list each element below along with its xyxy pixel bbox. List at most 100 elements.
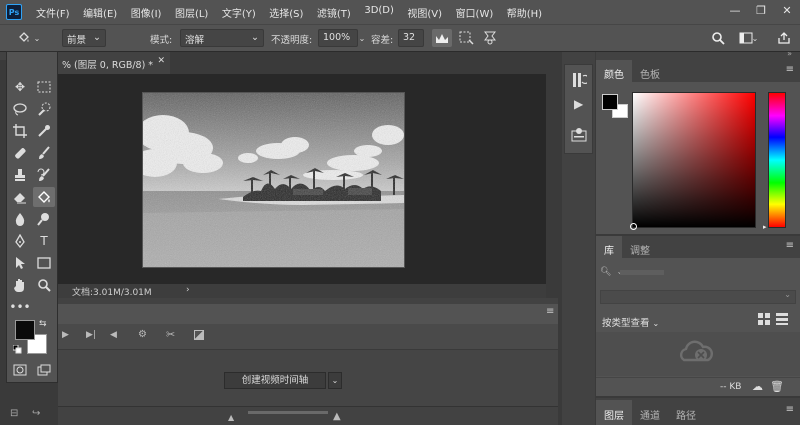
swap-colors-icon[interactable]: ⇆: [39, 319, 47, 329]
more-tools-icon[interactable]: •••: [9, 297, 31, 317]
workspace-chevron-icon[interactable]: ⌄: [750, 29, 760, 47]
hue-slider-thumb[interactable]: ▸: [763, 223, 767, 231]
restore-button[interactable]: ❐: [748, 0, 774, 20]
brush-tool-icon[interactable]: [33, 143, 55, 163]
lasso-tool-icon[interactable]: [9, 99, 31, 119]
menu-item-7[interactable]: 3D(D): [364, 5, 394, 20]
crop-tool-icon[interactable]: [9, 121, 31, 141]
render-video-icon[interactable]: ⊟: [10, 408, 18, 419]
path-select-icon[interactable]: [9, 253, 31, 273]
timeline-mode-chevron-icon[interactable]: ⌄: [328, 372, 342, 389]
timeline-zoom-slider[interactable]: [248, 411, 328, 414]
eyedropper-tool-icon[interactable]: [33, 121, 55, 141]
actions-play-icon[interactable]: ▶: [574, 97, 583, 111]
blur-tool-icon[interactable]: [9, 209, 31, 229]
photoshop-logo[interactable]: Ps: [6, 4, 22, 20]
history-brush-icon[interactable]: [33, 165, 55, 185]
view-by-type[interactable]: 按类型查看 ⌄: [602, 315, 659, 329]
fill-source-select[interactable]: 前景 ⌄: [62, 29, 106, 47]
paint-bucket-icon[interactable]: [14, 29, 34, 47]
color-foreground-swatch[interactable]: [602, 94, 618, 110]
audio-icon[interactable]: ◀: [110, 330, 117, 340]
libraries-menu-icon[interactable]: ≡: [786, 240, 794, 251]
menu-item-9[interactable]: 窗口(W): [456, 5, 494, 20]
close-tab-icon[interactable]: ✕: [157, 56, 165, 66]
trash-icon[interactable]: 🗑︎: [770, 380, 784, 393]
list-view-icon[interactable]: [776, 313, 788, 325]
split-scissors-icon[interactable]: ✂: [166, 328, 175, 341]
marquee-tool-icon[interactable]: [33, 77, 55, 97]
tab-swatches[interactable]: 色板: [632, 60, 668, 82]
tab-libraries[interactable]: 库: [596, 236, 622, 258]
move-tool-icon[interactable]: ✥: [9, 77, 31, 97]
foreground-color-swatch[interactable]: [15, 320, 35, 340]
timeline-menu-icon[interactable]: ≡: [546, 306, 554, 317]
menu-item-5[interactable]: 选择(S): [269, 5, 303, 20]
history-icon[interactable]: [571, 71, 590, 89]
cloud-sync-icon[interactable]: ☁: [752, 380, 763, 393]
menu-item-0[interactable]: 文件(F): [36, 5, 70, 20]
dock-collapse-strip[interactable]: [562, 52, 595, 60]
canvas-image[interactable]: [142, 92, 405, 268]
settings-gear-icon[interactable]: ⚙: [138, 329, 147, 340]
minimize-button[interactable]: —: [722, 0, 748, 20]
tab-layers[interactable]: 图层: [596, 400, 632, 425]
canvas-area[interactable]: [58, 74, 546, 284]
menu-item-8[interactable]: 视图(V): [407, 5, 442, 20]
tab-paths[interactable]: 路径: [668, 400, 704, 425]
color-picker-field[interactable]: [630, 92, 756, 230]
clone-stamp-icon[interactable]: [9, 165, 31, 185]
tab-channels[interactable]: 通道: [632, 400, 668, 425]
hue-slider[interactable]: ▸: [763, 92, 786, 231]
healing-brush-icon[interactable]: [9, 143, 31, 163]
eraser-tool-icon[interactable]: [9, 187, 31, 207]
layers-menu-icon[interactable]: ≡: [786, 404, 794, 415]
share-icon[interactable]: [774, 29, 794, 47]
dodge-tool-icon[interactable]: [33, 209, 55, 229]
all-layers-icon[interactable]: [480, 29, 500, 47]
create-video-timeline-button[interactable]: 创建视频时间轴: [224, 372, 326, 389]
color-panel-menu-icon[interactable]: ≡: [786, 64, 794, 75]
library-search-field[interactable]: 🔍︎ ⌄: [600, 266, 796, 280]
menu-item-6[interactable]: 滤镜(T): [317, 5, 351, 20]
play-icon[interactable]: ▶: [62, 330, 69, 340]
transition-icon[interactable]: [194, 330, 204, 340]
menu-item-4[interactable]: 文字(Y): [222, 5, 256, 20]
type-tool-icon[interactable]: T: [33, 231, 55, 251]
default-colors-icon[interactable]: [12, 344, 22, 354]
timeline-collapse-strip[interactable]: [58, 298, 558, 304]
quick-mask-icon[interactable]: [9, 360, 31, 380]
zoom-out-icon[interactable]: ▲: [228, 413, 234, 422]
anti-alias-icon[interactable]: [432, 29, 452, 47]
tab-adjustments[interactable]: 调整: [622, 236, 658, 258]
hand-tool-icon[interactable]: [9, 275, 31, 295]
properties-icon[interactable]: [571, 127, 587, 143]
opacity-input[interactable]: 100%: [318, 29, 358, 47]
tolerance-input[interactable]: 32: [398, 29, 424, 47]
paint-bucket-tool-icon[interactable]: [33, 187, 55, 207]
chevron-down-icon[interactable]: ⌄: [32, 29, 42, 47]
opacity-chevron-icon[interactable]: ⌄: [357, 29, 367, 47]
pen-tool-icon[interactable]: [9, 231, 31, 251]
menu-item-3[interactable]: 图层(L): [175, 5, 208, 20]
tab-color[interactable]: 颜色: [596, 60, 632, 82]
library-select[interactable]: ⌄: [600, 290, 796, 304]
document-tab[interactable]: % (图层 0, RGB/8) * ✕: [58, 52, 170, 74]
blend-mode-select[interactable]: 溶解 ⌄: [180, 29, 264, 47]
quick-select-tool-icon[interactable]: [33, 99, 55, 119]
export-arrow-icon[interactable]: ↪: [32, 408, 40, 419]
close-button[interactable]: ✕: [774, 0, 800, 20]
color-picker-cursor[interactable]: [630, 223, 637, 230]
menu-item-2[interactable]: 图像(I): [131, 5, 162, 20]
contiguous-icon[interactable]: [456, 29, 476, 47]
step-forward-icon[interactable]: ▶|: [86, 330, 96, 340]
status-expand-icon[interactable]: ›: [186, 285, 190, 295]
menu-item-10[interactable]: 帮助(H): [507, 5, 542, 20]
grid-view-icon[interactable]: [758, 313, 770, 325]
search-icon[interactable]: [708, 29, 728, 47]
screen-mode-icon[interactable]: [33, 360, 55, 380]
zoom-in-icon[interactable]: ▲: [333, 411, 341, 422]
right-dock-collapse-strip[interactable]: »: [596, 49, 800, 60]
zoom-tool-icon[interactable]: [33, 275, 55, 295]
menu-item-1[interactable]: 编辑(E): [83, 5, 117, 20]
